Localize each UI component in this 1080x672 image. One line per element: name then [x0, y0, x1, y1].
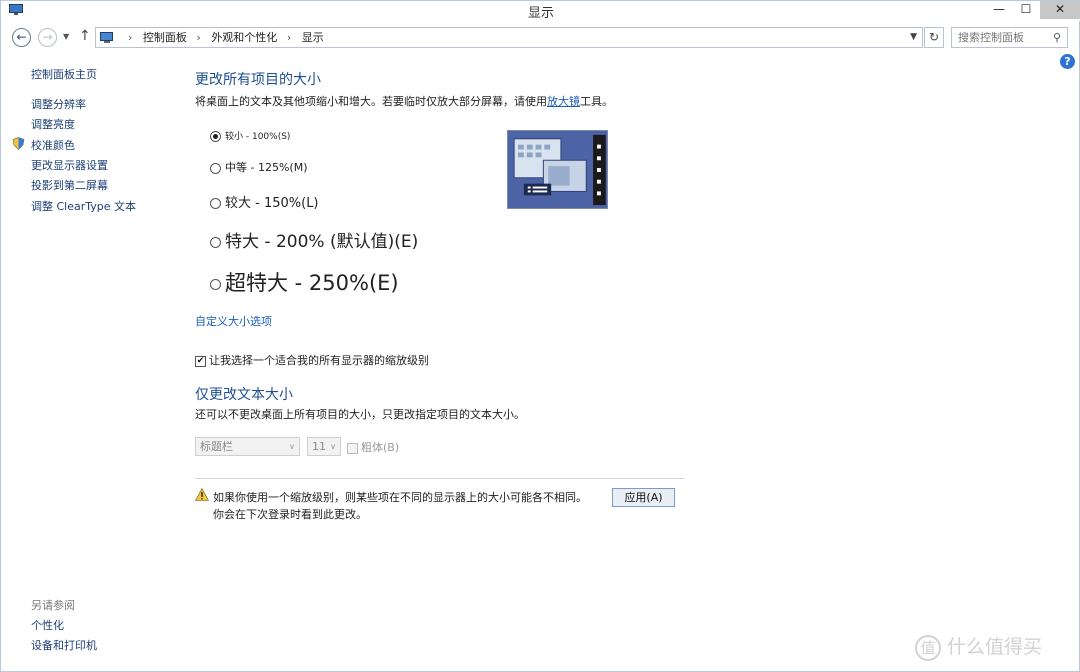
text-only-heading: 仅更改文本大小	[195, 387, 293, 403]
shield-icon	[12, 137, 25, 150]
minimize-button[interactable]: —	[986, 1, 1012, 19]
sidebar-item-personalization[interactable]: 个性化	[31, 617, 64, 633]
size-option-label: 超特大 - 250%(E)	[225, 271, 399, 295]
watermark-text: 什么值得买	[947, 636, 1043, 658]
sidebar-item-project[interactable]: 投影到第二屏幕	[31, 177, 108, 193]
sidebar-item-home[interactable]: 控制面板主页	[31, 66, 97, 82]
warning-message-line1: 如果你使用一个缩放级别，则某些项在不同的显示器上的大小可能各不相同。	[213, 491, 587, 504]
size-option-smaller[interactable]: 较小 - 100%(S)	[210, 129, 290, 142]
breadcrumb: › 控制面板 › 外观和个性化 › 显示	[128, 28, 330, 47]
font-size-select[interactable]: 11 ∨	[307, 437, 341, 456]
description-suffix: 工具。	[580, 95, 613, 108]
bold-checkbox-label: 粗体(B)	[361, 441, 400, 454]
radio-button[interactable]	[210, 278, 221, 290]
magnifier-link[interactable]: 放大镜	[547, 95, 580, 108]
warning-icon	[195, 488, 209, 501]
radio-button[interactable]	[210, 198, 221, 209]
apply-button[interactable]: 应用(A)	[612, 488, 675, 507]
scaling-checkbox-label: 让我选择一个适合我的所有显示器的缩放级别	[209, 354, 429, 367]
scaling-checkbox-row[interactable]: ✔ 让我选择一个适合我的所有显示器的缩放级别	[195, 352, 429, 368]
page-description: 将桌面上的文本及其他项缩小和增大。若要临时仅放大部分屏幕，请使用放大镜工具。	[195, 93, 613, 109]
recent-locations-dropdown[interactable]: ▼	[63, 32, 69, 41]
navigation-bar: ← → ▼ ↑ › 控制面板 › 外观和个性化 › 显示 ▼ ↻ 搜索控制面板 …	[1, 25, 1080, 51]
address-bar[interactable]: › 控制面板 › 外观和个性化 › 显示 ▼	[95, 27, 923, 48]
search-input[interactable]: 搜索控制面板 ⚲	[951, 27, 1068, 48]
back-button[interactable]: ←	[12, 28, 31, 47]
chevron-down-icon: ∨	[330, 442, 336, 451]
refresh-button[interactable]: ↻	[924, 27, 944, 48]
size-option-larger[interactable]: 较大 - 150%(L)	[210, 192, 319, 211]
close-button[interactable]: ✕	[1040, 1, 1080, 19]
size-preview-image	[507, 130, 608, 209]
size-option-label: 中等 - 125%(M)	[225, 161, 308, 174]
size-option-super-large[interactable]: 超特大 - 250%(E)	[210, 267, 399, 297]
breadcrumb-separator: ›	[128, 31, 133, 44]
radio-button[interactable]	[210, 236, 221, 248]
scaling-checkbox[interactable]: ✔	[195, 355, 206, 367]
maximize-button[interactable]: ☐	[1013, 1, 1039, 19]
breadcrumb-display[interactable]: 显示	[302, 31, 324, 44]
watermark: 值什么值得买	[915, 632, 1042, 661]
control-panel-window: 显示 — ☐ ✕ ← → ▼ ↑ › 控制面板 › 外观和个性化 › 显示 ▼ …	[0, 0, 1080, 672]
breadcrumb-appearance[interactable]: 外观和个性化	[211, 31, 277, 44]
search-icon[interactable]: ⚲	[1053, 28, 1061, 47]
see-also-heading: 另请参阅	[31, 599, 75, 612]
size-option-label: 较小 - 100%(S)	[225, 132, 291, 142]
sidebar-item-calibrate-color[interactable]: 校准颜色	[31, 137, 75, 153]
divider	[195, 478, 684, 479]
size-option-label: 特大 - 200% (默认值)(E)	[225, 232, 419, 252]
size-option-label: 较大 - 150%(L)	[225, 196, 319, 211]
breadcrumb-separator: ›	[286, 31, 292, 44]
sidebar-item-devices-printers[interactable]: 设备和打印机	[31, 637, 97, 653]
sidebar-item-resolution[interactable]: 调整分辨率	[31, 96, 86, 112]
help-icon[interactable]: ?	[1060, 54, 1075, 69]
control-panel-icon	[100, 32, 113, 43]
item-select[interactable]: 标题栏 ∨	[195, 437, 300, 456]
text-only-description: 还可以不更改桌面上所有项目的大小，只更改指定项目的文本大小。	[195, 408, 525, 421]
sidebar-item-brightness[interactable]: 调整亮度	[31, 116, 75, 132]
description-text: 将桌面上的文本及其他项缩小和增大。若要临时仅放大部分屏幕，请使用	[195, 95, 547, 108]
breadcrumb-control-panel[interactable]: 控制面板	[143, 31, 187, 44]
breadcrumb-separator: ›	[196, 31, 201, 44]
window-title: 显示	[527, 6, 554, 21]
sidebar-item-display-settings[interactable]: 更改显示器设置	[31, 157, 108, 173]
bold-checkbox[interactable]	[347, 442, 358, 454]
up-button[interactable]: ↑	[79, 28, 91, 44]
title-bar: 显示 — ☐ ✕	[1, 1, 1080, 21]
font-size-select-value: 11	[312, 440, 326, 453]
watermark-logo-icon: 值	[915, 634, 941, 661]
warning-message-line2: 你会在下次登录时看到此更改。	[213, 508, 367, 521]
sidebar-item-cleartype[interactable]: 调整 ClearType 文本	[31, 198, 136, 214]
size-option-medium[interactable]: 中等 - 125%(M)	[210, 159, 307, 175]
chevron-down-icon[interactable]: ▼	[910, 28, 917, 47]
radio-button[interactable]	[210, 131, 221, 142]
search-placeholder: 搜索控制面板	[958, 31, 1024, 44]
forward-button[interactable]: →	[38, 28, 57, 47]
page-title: 更改所有项目的大小	[195, 72, 321, 88]
size-option-extra-large[interactable]: 特大 - 200% (默认值)(E)	[210, 227, 418, 252]
custom-size-link[interactable]: 自定义大小选项	[195, 313, 272, 329]
chevron-down-icon: ∨	[289, 442, 295, 451]
item-select-value: 标题栏	[200, 440, 233, 453]
bold-checkbox-row[interactable]: 粗体(B)	[347, 439, 399, 455]
radio-button[interactable]	[210, 162, 221, 174]
